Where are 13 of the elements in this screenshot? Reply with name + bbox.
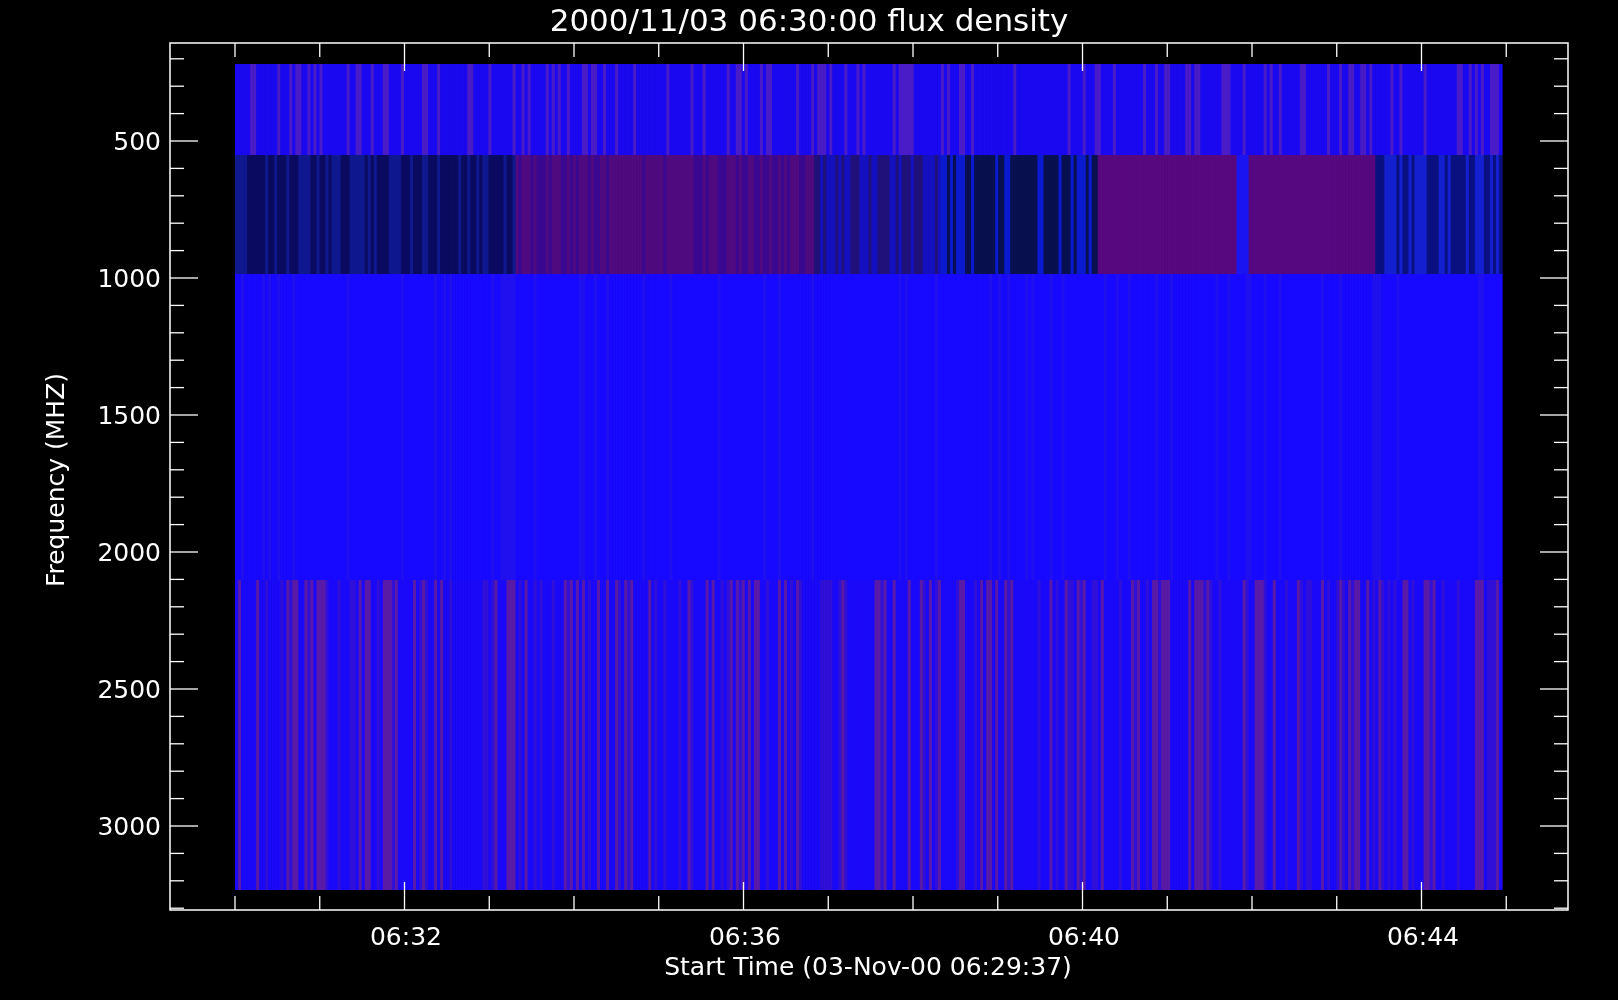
y-tick-label: 2000: [97, 538, 161, 567]
plot-title: 2000/11/03 06:30:00 flux density: [549, 2, 1069, 38]
x-tick-label: 06:32: [370, 922, 442, 951]
x-axis-label: Start Time (03-Nov-00 06:29:37): [664, 952, 1072, 981]
x-tick-label: 06:36: [709, 922, 781, 951]
x-tick-label: 06:40: [1048, 922, 1120, 951]
y-tick-label: 500: [113, 127, 161, 156]
y-tick-label: 1500: [97, 401, 161, 430]
x-tick-label: 06:44: [1387, 922, 1459, 951]
y-tick-label: 1000: [97, 264, 161, 293]
y-tick-label: 2500: [97, 675, 161, 704]
y-axis-label: Frequency (MHZ): [41, 372, 70, 588]
y-tick-label: 3000: [97, 812, 161, 841]
